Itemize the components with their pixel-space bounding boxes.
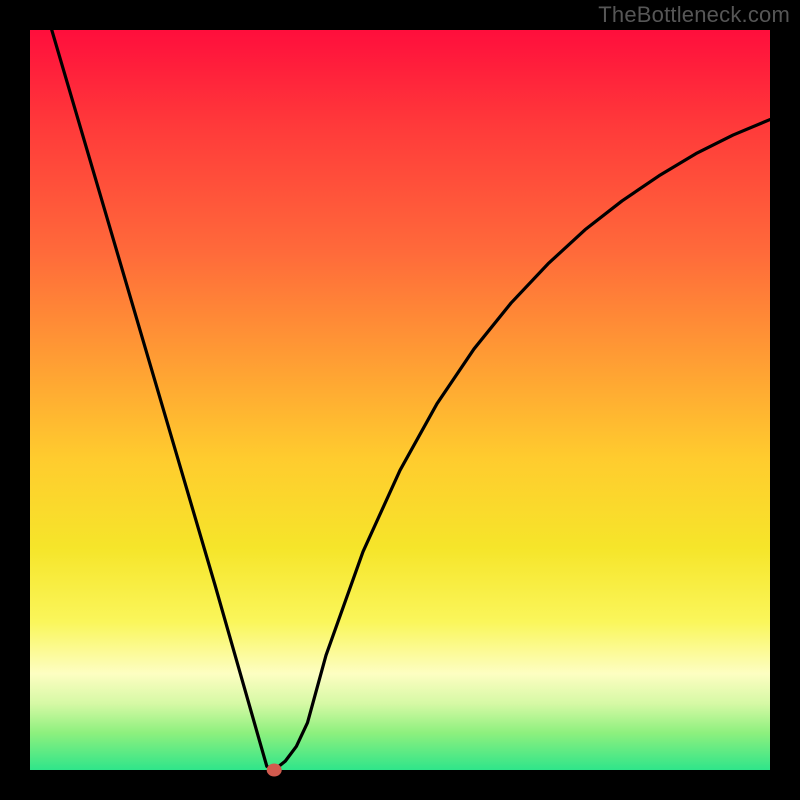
min-marker (267, 764, 281, 776)
bottleneck-curve (30, 0, 770, 770)
chart-frame: TheBottleneck.com (0, 0, 800, 800)
chart-svg (30, 30, 770, 770)
watermark-label: TheBottleneck.com (598, 2, 790, 28)
plot-area (30, 30, 770, 770)
